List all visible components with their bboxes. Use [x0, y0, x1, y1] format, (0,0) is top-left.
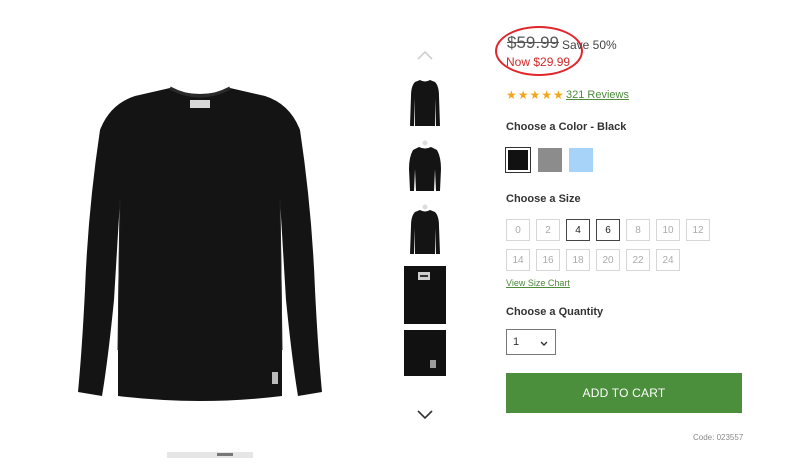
size-option-22[interactable]: 22	[626, 249, 650, 271]
size-option-10[interactable]: 10	[656, 219, 680, 241]
size-option-20[interactable]: 20	[596, 249, 620, 271]
discount-text: Save 50%	[562, 38, 617, 52]
thumbnails-up-button[interactable]	[414, 46, 436, 64]
thumbnail-front[interactable]	[404, 74, 446, 132]
size-label: Choose a Size	[506, 193, 581, 205]
color-label: Choose a Color - Black	[506, 121, 627, 133]
quantity-label: Choose a Quantity	[506, 306, 604, 318]
product-code: Code: 023557	[693, 433, 744, 442]
thumbnail-back[interactable]	[404, 202, 446, 260]
thumbnails-down-button[interactable]	[414, 406, 436, 424]
size-option-4[interactable]: 4	[566, 219, 590, 241]
star-rating: ★★★★★	[506, 88, 565, 102]
view-size-chart-link[interactable]: View Size Chart	[506, 278, 570, 288]
sale-price: Now $29.99	[506, 55, 571, 69]
thumbnail-model[interactable]	[404, 138, 446, 196]
reviews-link[interactable]: 321 Reviews	[566, 89, 629, 101]
size-option-14[interactable]: 14	[506, 249, 530, 271]
image-scrollbar-thumb[interactable]	[217, 453, 233, 456]
size-option-6[interactable]: 6	[596, 219, 620, 241]
quantity-select[interactable]: 1	[506, 329, 556, 355]
size-option-16[interactable]: 16	[536, 249, 560, 271]
product-main-image	[78, 86, 322, 401]
size-option-2[interactable]: 2	[536, 219, 560, 241]
thumbnail-label-detail[interactable]	[404, 266, 446, 324]
color-swatch-grey[interactable]	[538, 148, 562, 172]
original-price: $59.99	[507, 33, 559, 52]
chevron-up-icon	[417, 50, 433, 60]
add-to-cart-button[interactable]: ADD TO CART	[506, 373, 742, 413]
chevron-down-icon	[417, 410, 433, 420]
size-option-12[interactable]: 12	[686, 219, 710, 241]
image-scrollbar[interactable]	[167, 452, 253, 458]
size-option-8[interactable]: 8	[626, 219, 650, 241]
size-option-18[interactable]: 18	[566, 249, 590, 271]
thumbnail-fabric-detail[interactable]	[404, 330, 446, 376]
color-swatch-light-blue[interactable]	[569, 148, 593, 172]
color-swatch-black[interactable]	[505, 147, 531, 173]
chevron-down-icon	[540, 338, 548, 350]
size-option-0[interactable]: 0	[506, 219, 530, 241]
size-option-24[interactable]: 24	[656, 249, 680, 271]
quantity-value: 1	[513, 336, 520, 348]
